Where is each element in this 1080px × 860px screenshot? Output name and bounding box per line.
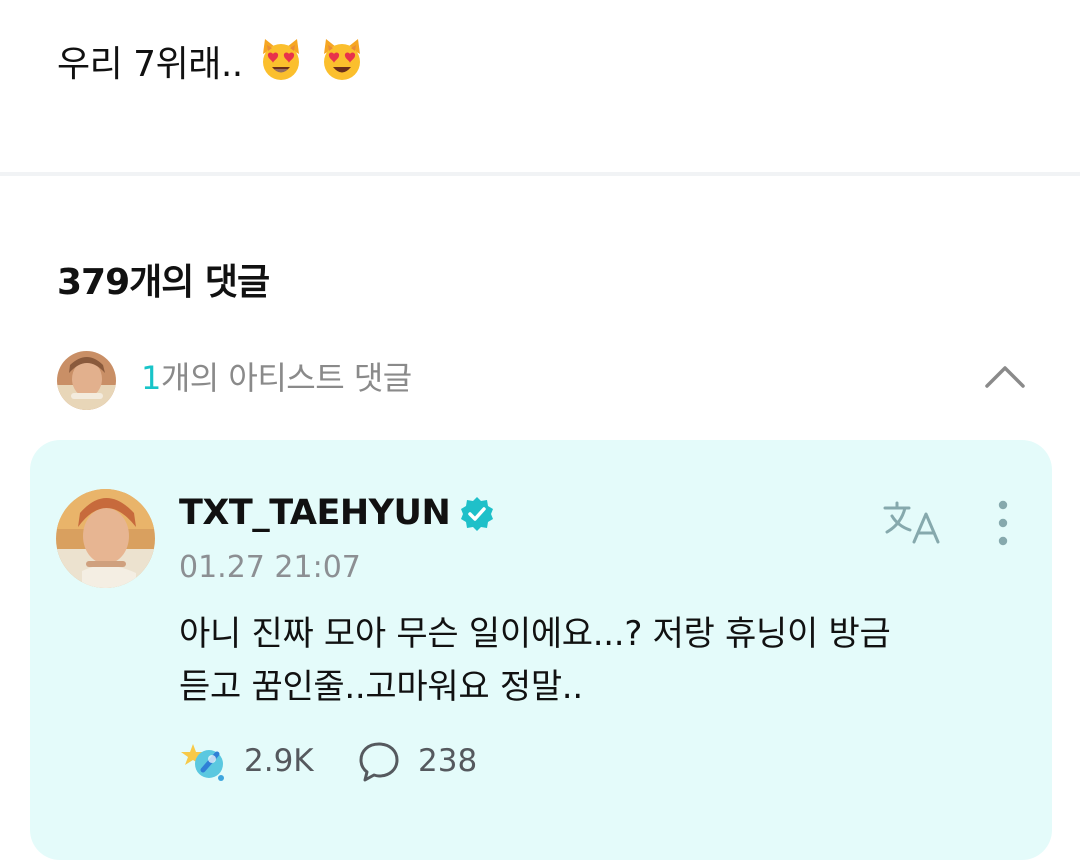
chevron-up-icon[interactable] [983, 358, 1027, 394]
section-divider [0, 172, 1080, 176]
post-text-row: 우리 7위래.. [57, 36, 365, 97]
artist-comments-label: 1개의 아티스트 댓글 [141, 354, 412, 402]
reply-bubble-icon[interactable] [357, 740, 401, 784]
comment-line: 듣고 꿈인줄..고마워요 정말.. [179, 667, 583, 707]
heart-eyes-cat-emoji [258, 36, 304, 97]
comment-body: 아니 진짜 모아 무슨 일이에요...? 저랑 휴닝이 방금 듣고 꿈인줄..고… [179, 608, 1019, 714]
comments-count-heading: 379개의 댓글 [57, 262, 270, 303]
heart-eyes-cat-emoji [319, 36, 365, 97]
artist-avatar [57, 351, 116, 410]
author-avatar[interactable] [56, 489, 155, 588]
comment-timestamp: 01.27 21:07 [179, 550, 361, 585]
reply-count: 238 [418, 743, 478, 779]
verified-badge-icon [458, 495, 496, 533]
like-count: 2.9K [244, 743, 314, 779]
artist-comment-card: TXT_TAEHYUN 01.27 21:07 아니 진짜 모아 무슨 일이에요 [30, 440, 1052, 860]
translate-icon[interactable] [882, 500, 942, 546]
artist-comments-toggle[interactable]: 1개의 아티스트 댓글 [57, 346, 1027, 410]
author-name[interactable]: TXT_TAEHYUN [179, 488, 451, 538]
artist-comment-label-text: 개의 아티스트 댓글 [160, 359, 412, 397]
artist-comment-count: 1 [141, 359, 161, 397]
post-text: 우리 7위래.. [57, 44, 243, 85]
more-vertical-icon[interactable] [990, 498, 1016, 548]
comment-line: 아니 진짜 모아 무슨 일이에요...? 저랑 휴닝이 방금 [179, 614, 891, 654]
like-icon[interactable] [179, 740, 227, 784]
